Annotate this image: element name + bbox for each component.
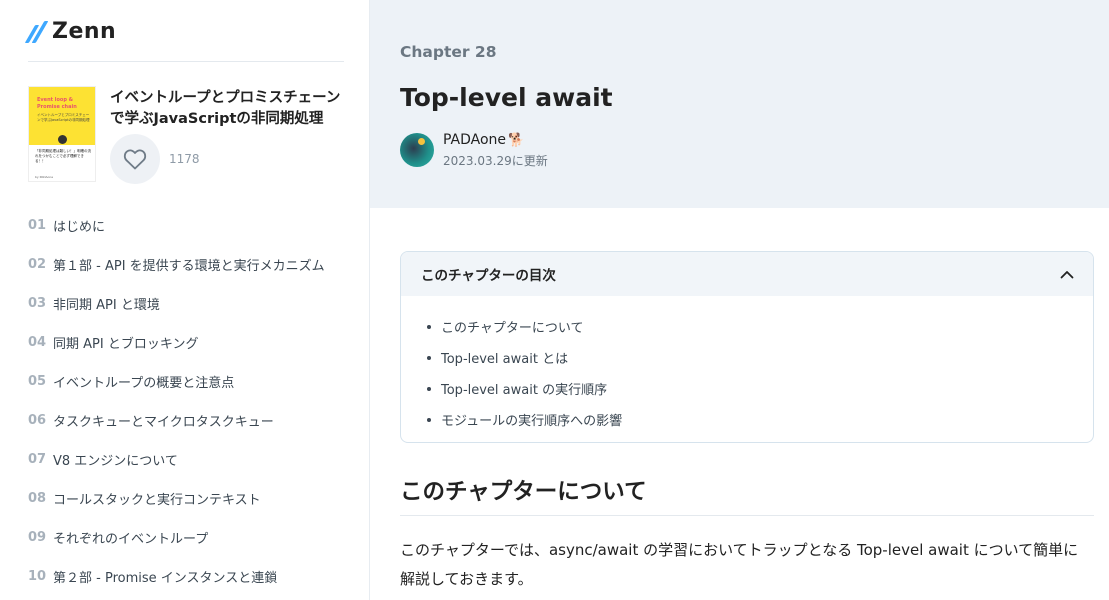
cover-quote: 「非同期処理は難しい！」明確の流れをつかむことで必ず理解できる！！ — [35, 149, 91, 163]
chapter-label: 第１部 - API を提供する環境と実行メカニズム — [53, 259, 325, 274]
chapter-number: 08 — [28, 491, 47, 506]
toc-title: このチャプターの目次 — [421, 268, 556, 284]
author-name-link[interactable]: PADAone 🐕 — [443, 132, 524, 148]
chapter-item[interactable]: 02 第１部 - API を提供する環境と実行メカニズム — [28, 245, 358, 284]
chapter-label: 第２部 - Promise インスタンスと連鎖 — [53, 571, 278, 586]
sidebar: Zenn Event loop & Promise chain イベントループと… — [0, 0, 370, 600]
chapter-label: タスクキューとマイクロタスクキュー — [53, 415, 274, 430]
author-name: PADAone — [443, 132, 507, 148]
chapter-item[interactable]: 09 それぞれのイベントループ — [28, 518, 358, 557]
chapter-number: 01 — [28, 218, 47, 233]
chapter-item[interactable]: 06 タスクキューとマイクロタスクキュー — [28, 401, 358, 440]
chapter-item[interactable]: 03 非同期 API と環境 — [28, 284, 358, 323]
toc-list: このチャプターについて Top-level await とは Top-level… — [401, 296, 1093, 435]
chapter-label-heading: Chapter 28 — [400, 43, 497, 61]
chapter-label: 非同期 API と環境 — [53, 298, 160, 313]
toc-link[interactable]: Top-level await とは — [427, 342, 1093, 373]
like-count: 1178 — [169, 152, 200, 166]
chapter-item[interactable]: 04 同期 API とブロッキング — [28, 323, 358, 362]
cover-illustration — [58, 135, 67, 144]
cover-subtitle: イベントループとプロミスチェーンで学ぶJavaScriptの非同期処理 — [37, 113, 90, 122]
chapter-label: 同期 API とブロッキング — [53, 337, 199, 352]
zenn-logo-icon — [24, 21, 49, 43]
page-title: Top-level await — [400, 83, 613, 112]
sidebar-divider — [28, 61, 344, 62]
chapter-number: 09 — [28, 530, 47, 545]
dog-icon: 🐕 — [508, 132, 525, 148]
chapter-number: 04 — [28, 335, 47, 350]
toc-link[interactable]: モジュールの実行順序への影響 — [427, 404, 1093, 435]
chapter-label: はじめに — [53, 220, 106, 235]
chapter-number: 05 — [28, 374, 47, 389]
section-heading: このチャプターについて — [400, 479, 647, 505]
toc-toggle[interactable]: このチャプターの目次 — [401, 252, 1093, 296]
chapter-item[interactable]: 01 はじめに — [28, 206, 358, 245]
chapter-number: 07 — [28, 452, 47, 467]
like-button[interactable] — [110, 134, 160, 184]
author-avatar[interactable] — [400, 133, 434, 167]
book-title[interactable]: イベントループとプロミスチェーンで学ぶJavaScriptの非同期処理 — [110, 88, 350, 130]
chapter-list: 01 はじめに 02 第１部 - API を提供する環境と実行メカニズム 03 … — [28, 206, 358, 596]
chapter-item[interactable]: 10 第２部 - Promise インスタンスと連鎖 — [28, 557, 358, 596]
body-paragraph: このチャプターでは、async/await の学習においてトラップとなる Top… — [400, 541, 1079, 588]
section-divider — [400, 515, 1094, 516]
chapter-item[interactable]: 08 コールスタックと実行コンテキスト — [28, 479, 358, 518]
updated-date: 2023.03.29に更新 — [443, 154, 548, 168]
logo-text: Zenn — [52, 18, 117, 44]
chapter-label: それぞれのイベントループ — [53, 532, 209, 547]
chapter-label: コールスタックと実行コンテキスト — [53, 493, 261, 508]
cover-bottom-panel: 「非同期処理は難しい！」明確の流れをつかむことで必ず理解できる！！ by PAD… — [29, 145, 95, 181]
chapter-toc: このチャプターの目次 このチャプターについて Top-level await と… — [400, 251, 1094, 443]
chapter-item[interactable]: 05 イベントループの概要と注意点 — [28, 362, 358, 401]
chapter-number: 02 — [28, 257, 47, 272]
avatar-detail — [418, 138, 425, 145]
chapter-label: V8 エンジンについて — [53, 454, 178, 469]
chapter-number: 10 — [28, 569, 47, 584]
chapter-number: 06 — [28, 413, 47, 428]
book-cover-image[interactable]: Event loop & Promise chain イベントループとプロミスチ… — [28, 86, 96, 182]
toc-link[interactable]: Top-level await の実行順序 — [427, 373, 1093, 404]
heart-icon — [123, 149, 147, 170]
zenn-logo[interactable]: Zenn — [24, 18, 117, 44]
cover-author: by PADAone — [35, 175, 54, 179]
chapter-label: イベントループの概要と注意点 — [53, 376, 235, 391]
chapter-item[interactable]: 07 V8 エンジンについて — [28, 440, 358, 479]
cover-title: Event loop & Promise chain — [37, 97, 77, 110]
chevron-up-icon — [1059, 266, 1075, 282]
chapter-header: Chapter 28 Top-level await PADAone 🐕 202… — [370, 0, 1109, 208]
chapter-number: 03 — [28, 296, 47, 311]
toc-link[interactable]: このチャプターについて — [427, 311, 1093, 342]
